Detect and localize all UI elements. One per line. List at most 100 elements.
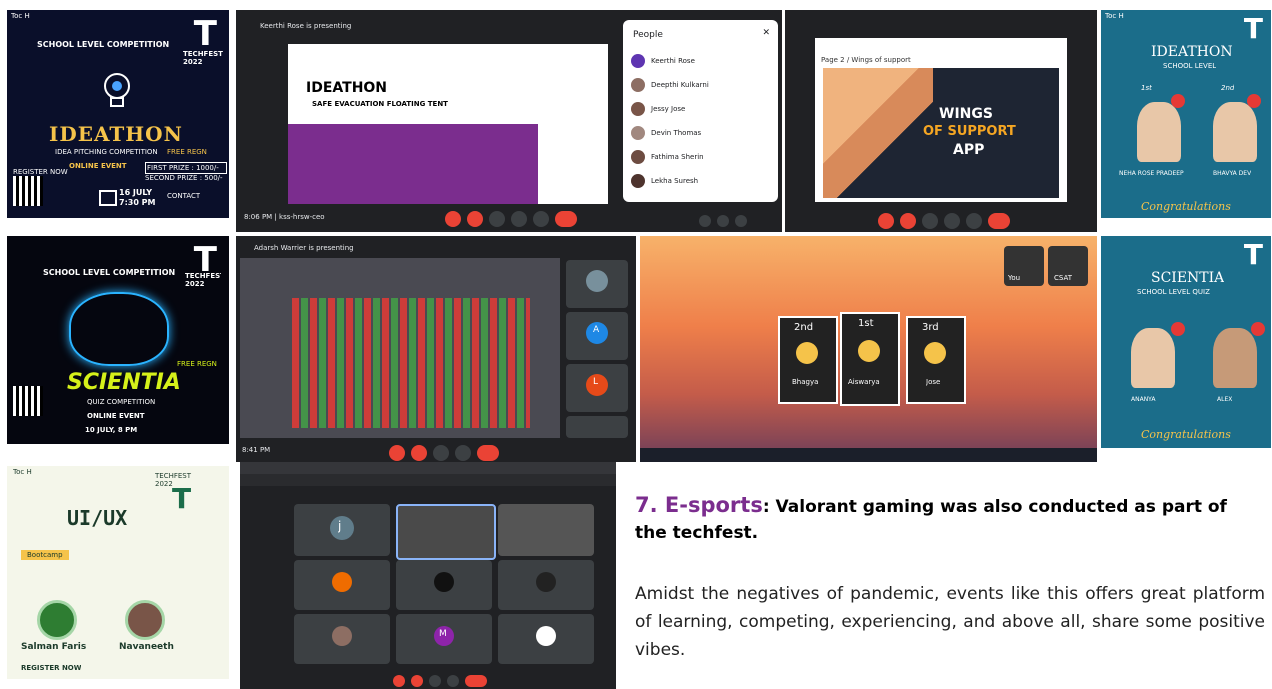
- player-name: Aiswarya: [848, 378, 880, 386]
- winner-name-2: ALEX: [1217, 396, 1233, 403]
- poster-event-name: IDEATHON: [1151, 44, 1233, 60]
- slide-line-3: APP: [953, 142, 985, 158]
- section-number: 7. E-sports: [635, 493, 763, 517]
- poster-subtitle: IDEA PITCHING COMPETITION: [55, 148, 158, 156]
- list-item: Deepthi Kulkarni: [631, 74, 771, 98]
- congratulations-text: Congratulations: [1141, 200, 1231, 213]
- second-rank: 2nd: [1221, 84, 1235, 92]
- speaker-name-1: Salman Faris: [21, 642, 87, 652]
- poster-subtitle: SCHOOL LEVEL QUIZ: [1137, 288, 1210, 296]
- meeting-controls[interactable]: [390, 670, 490, 689]
- poster-register: REGISTER NOW: [13, 168, 68, 176]
- rank-label: 3rd: [922, 322, 939, 333]
- person-name: Devin Thomas: [651, 129, 702, 137]
- meeting-controls[interactable]: [442, 208, 580, 227]
- rank-label: 2nd: [794, 322, 814, 333]
- section-paragraph: Amidst the negatives of pandemic, events…: [635, 584, 1265, 660]
- slide-title: IDEATHON: [306, 80, 388, 96]
- slide-line-2: OF SUPPORT: [923, 124, 1016, 139]
- participant-tile: [294, 614, 390, 664]
- winner-photo-2: [1213, 328, 1257, 388]
- you-label: You: [1008, 274, 1021, 282]
- poster-mode: ONLINE EVENT: [87, 412, 145, 420]
- section-heading: 7. E-sports: Valorant gaming was also co…: [635, 492, 1235, 546]
- meeting-controls[interactable]: [386, 442, 502, 461]
- tile-initial: M: [439, 629, 447, 639]
- podium-second: 2nd Bhagya: [778, 316, 838, 404]
- badge-1-icon: [1171, 322, 1185, 336]
- winner-photo-1: [1131, 328, 1175, 388]
- taskbar: [640, 448, 1097, 462]
- participant-tile: [498, 614, 594, 664]
- list-item: Lekha Suresh: [631, 170, 771, 194]
- winner-name-1: ANANYA: [1131, 396, 1156, 403]
- csat-tile: CSAT: [1048, 246, 1088, 286]
- close-icon[interactable]: ✕: [762, 28, 770, 38]
- tile-initial: A: [593, 325, 600, 335]
- trophy-icon: [924, 342, 946, 364]
- bottom-right-controls[interactable]: [696, 210, 750, 229]
- poster-event-name: IDEATHON: [49, 122, 183, 146]
- meet-screenshot-5: j M: [240, 462, 616, 689]
- participant-tile: [498, 504, 594, 556]
- poster-mode: ONLINE EVENT: [69, 162, 127, 170]
- badge-1-icon: [1171, 94, 1185, 108]
- poster-competition-title: SCHOOL LEVEL COMPETITION: [43, 268, 176, 277]
- person-name: Fathima Sherin: [651, 153, 704, 161]
- first-rank: 1st: [1141, 84, 1152, 92]
- participant-tile: L: [566, 364, 628, 412]
- poster-contact: CONTACT: [167, 192, 201, 200]
- browser-tabbar: [240, 462, 616, 474]
- participant-tile: [498, 560, 594, 610]
- meeting-time-code: 8:06 PM | kss-hrsw-ceo: [244, 213, 325, 221]
- meet-screenshot-1: Keerthi Rose is presenting IDEATHON SAFE…: [236, 10, 782, 232]
- participant-tile: [566, 260, 628, 308]
- poster-techfest: TECHFEST 2022: [185, 272, 221, 288]
- poster-competition-title: SCHOOL LEVEL COMPETITION: [37, 40, 170, 49]
- meeting-time: 8:41 PM: [242, 446, 271, 454]
- slide-subtitle: SAFE EVACUATION FLOATING TENT: [312, 100, 448, 108]
- uiux-poster: Toc H TECHFEST 2022 T UI/UX Bootcamp Sal…: [7, 466, 229, 689]
- brain-icon: [69, 292, 169, 366]
- meeting-controls[interactable]: [875, 210, 1013, 229]
- participant-tile: [396, 560, 492, 610]
- poster-event-name: SCIENTIA: [1151, 270, 1225, 286]
- participant-tile: j: [294, 504, 390, 556]
- congratulations-text: Congratulations: [1141, 428, 1231, 441]
- slide: IDEATHON SAFE EVACUATION FLOATING TENT: [288, 44, 608, 204]
- techfest-logo: T: [172, 482, 192, 515]
- poster-free-regn: FREE REGN: [177, 360, 217, 368]
- participant-tile: [566, 416, 628, 438]
- participant-tile: M: [396, 614, 492, 664]
- podium-third: 3rd Jose: [906, 316, 966, 404]
- person-name: Keerthi Rose: [651, 57, 695, 65]
- poster-prize-first: FIRST PRIZE : 1000/-: [145, 162, 227, 174]
- bootcamp-badge: Bootcamp: [21, 550, 69, 560]
- scientia-poster: T SCHOOL LEVEL COMPETITION TECHFEST 2022…: [7, 236, 229, 458]
- people-panel: People ✕ Keerthi Rose Deepthi Kulkarni J…: [623, 20, 778, 202]
- person-name: Lekha Suresh: [651, 177, 699, 185]
- winner-photo-1: [1137, 102, 1181, 162]
- techfest-logo: T: [1243, 238, 1263, 271]
- winner-photo-2: [1213, 102, 1257, 162]
- qr-code: [13, 386, 43, 416]
- meet-screenshot-2: Page 2 / Wings of support WINGS OF SUPPO…: [785, 10, 1097, 232]
- browser-page-label: Page 2 / Wings of support: [821, 56, 911, 64]
- slide-purple-bar: [288, 124, 538, 204]
- scientia-winners-poster: T SCIENTIA SCHOOL LEVEL QUIZ ANANYA ALEX…: [1101, 236, 1271, 462]
- poster-org: Toc H: [11, 12, 30, 20]
- quiz-scoreboard: [292, 298, 530, 428]
- speaker-photo-1: [37, 600, 77, 640]
- esports-section: 7. E-sports: Valorant gaming was also co…: [635, 492, 1272, 689]
- participant-tile: [396, 504, 496, 560]
- sponsor-strip: [1101, 218, 1271, 232]
- person-name: Jessy Jose: [651, 105, 686, 113]
- sponsor-strip: [1101, 448, 1271, 462]
- sponsor-strip: [7, 218, 229, 232]
- self-view-tile: You: [1004, 246, 1044, 286]
- slide-line-1: WINGS: [939, 106, 993, 122]
- meet-screenshot-3: Adarsh Warrier is presenting A L 8:41 PM: [236, 236, 636, 462]
- badge-2-icon: [1247, 94, 1261, 108]
- poster-time: 7:30 PM: [119, 198, 156, 207]
- poster-event-name: UI/UX: [67, 506, 128, 530]
